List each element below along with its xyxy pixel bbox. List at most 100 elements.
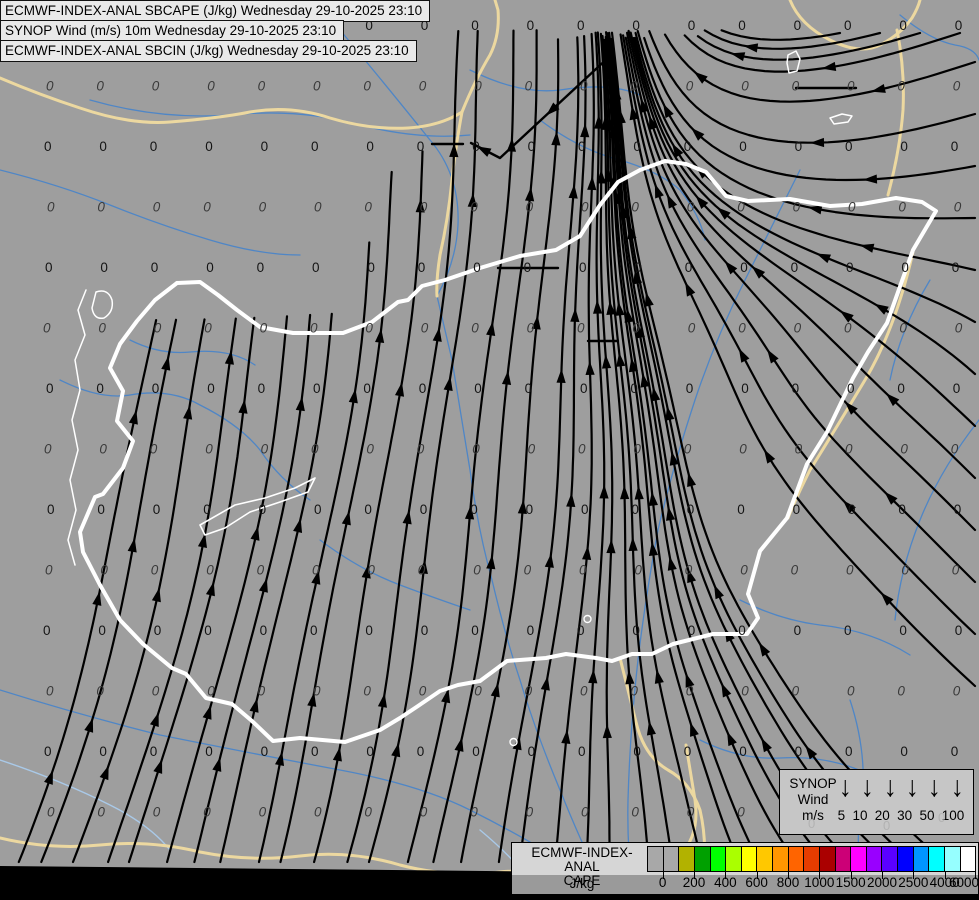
wind-legend-arrows: ↓ ↓ ↓ ↓ ↓ ↓: [834, 770, 968, 806]
grid-zero-label: 0: [45, 563, 53, 578]
cape-color-cell: [912, 846, 930, 872]
wind-legend-speeds: 5 10 20 30 50 100: [834, 808, 968, 823]
grid-zero-label: 0: [313, 381, 321, 396]
grid-zero-label: 0: [581, 502, 589, 517]
grid-zero-label: 0: [313, 79, 321, 94]
grid-zero-label: 0: [471, 321, 479, 336]
grid-zero-label: 0: [899, 321, 907, 336]
wind-speed-label: 30: [897, 808, 913, 823]
grid-zero-label: 0: [43, 321, 51, 336]
grid-zero-label: 0: [99, 744, 107, 759]
grid-zero-label: 0: [738, 18, 746, 33]
grid-zero-label: 0: [739, 442, 747, 457]
grid-zero-label: 0: [794, 18, 802, 33]
grid-zero-label: 0: [688, 18, 696, 33]
grid-zero-label: 0: [847, 381, 855, 396]
grid-zero-label: 0: [150, 139, 158, 154]
grid-zero-label: 0: [954, 200, 962, 215]
grid-zero-label: 0: [898, 502, 906, 517]
grid-zero-label: 0: [900, 442, 908, 457]
grid-zero-label: 0: [955, 623, 963, 638]
grid-zero-label: 0: [525, 684, 533, 699]
grid-zero-label: 0: [150, 442, 158, 457]
grid-zero-label: 0: [684, 744, 692, 759]
grid-zero-label: 0: [366, 139, 374, 154]
grid-zero-label: 0: [313, 684, 321, 699]
grid-zero-label: 0: [526, 805, 534, 820]
grid-zero-label: 0: [474, 79, 482, 94]
grid-zero-label: 0: [848, 502, 856, 517]
grid-zero-label: 0: [792, 381, 800, 396]
grid-zero-label: 0: [97, 502, 105, 517]
grid-zero-label: 0: [634, 563, 642, 578]
grid-zero-label: 0: [524, 563, 532, 578]
grid-zero-label: 0: [421, 623, 429, 638]
cape-color-cell: [756, 846, 773, 872]
grid-zero-label: 0: [577, 321, 585, 336]
grid-zero-label: 0: [417, 744, 425, 759]
grid-zero-label: 0: [261, 442, 269, 457]
grid-zero-label: 0: [420, 805, 428, 820]
grid-zero-label: 0: [45, 260, 53, 275]
grid-zero-label: 0: [150, 744, 158, 759]
grid-zero-label: 0: [845, 744, 853, 759]
grid-zero-label: 0: [953, 381, 961, 396]
grid-zero-label: 0: [633, 139, 641, 154]
grid-zero-label: 0: [579, 260, 587, 275]
grid-zero-label: 0: [207, 79, 215, 94]
grid-zero-label: 0: [367, 260, 375, 275]
grid-zero-label: 0: [154, 623, 162, 638]
grid-zero-label: 0: [419, 684, 427, 699]
grid-zero-label: 0: [901, 260, 909, 275]
grid-zero-label: 0: [310, 321, 318, 336]
cape-color-cell: [678, 846, 695, 872]
ghost-grid-value: 0: [883, 818, 891, 833]
grid-zero-label: 0: [525, 79, 533, 94]
wind-legend-line2: Wind: [797, 792, 829, 807]
grid-zero-label: 0: [791, 260, 799, 275]
wind-arrow-icon: ↓: [883, 770, 897, 804]
grid-zero-label: 0: [528, 139, 536, 154]
grid-zero-label: 0: [257, 260, 265, 275]
grid-zero-label: 0: [685, 260, 693, 275]
grid-zero-label: 0: [631, 805, 639, 820]
grid-zero-label: 0: [953, 684, 961, 699]
grid-zero-label: 0: [528, 744, 536, 759]
grid-zero-label: 0: [581, 805, 589, 820]
grid-zero-label: 0: [44, 442, 52, 457]
wind-arrow-icon: ↓: [905, 770, 919, 804]
grid-zero-label: 0: [630, 684, 638, 699]
grid-zero-label: 0: [741, 79, 749, 94]
wind-arrow-icon: ↓: [950, 770, 964, 804]
grid-zero-label: 0: [792, 79, 800, 94]
grid-zero-label: 0: [845, 139, 853, 154]
map-background-layer: [0, 0, 979, 900]
grid-zero-label: 0: [473, 563, 481, 578]
grid-zero-label: 0: [417, 442, 425, 457]
grid-zero-label: 0: [99, 442, 107, 457]
grid-zero-label: 0: [471, 18, 479, 33]
grid-zero-label: 0: [312, 260, 320, 275]
grid-zero-label: 0: [205, 744, 213, 759]
grid-zero-label: 0: [203, 502, 211, 517]
grid-zero-label: 0: [420, 200, 428, 215]
grid-zero-label: 0: [96, 79, 104, 94]
grid-zero-label: 0: [44, 139, 52, 154]
grid-zero-label: 0: [363, 381, 371, 396]
cape-color-cell: [881, 846, 898, 872]
grid-zero-label: 0: [687, 502, 695, 517]
grid-zero-label: 0: [153, 200, 161, 215]
grid-zero-label: 0: [46, 684, 54, 699]
grid-zero-label: 0: [152, 79, 160, 94]
grid-zero-label: 0: [152, 684, 160, 699]
grid-zero-label: 0: [364, 805, 372, 820]
grid-zero-label: 0: [472, 139, 480, 154]
cape-color-cell: [834, 846, 852, 872]
grid-zero-label: 0: [953, 79, 961, 94]
grid-zero-label: 0: [97, 805, 105, 820]
grid-zero-label: 0: [685, 563, 693, 578]
grid-zero-label: 0: [417, 139, 425, 154]
grid-zero-label: 0: [97, 200, 105, 215]
grid-zero-label: 0: [527, 18, 535, 33]
grid-zero-label: 0: [205, 139, 213, 154]
